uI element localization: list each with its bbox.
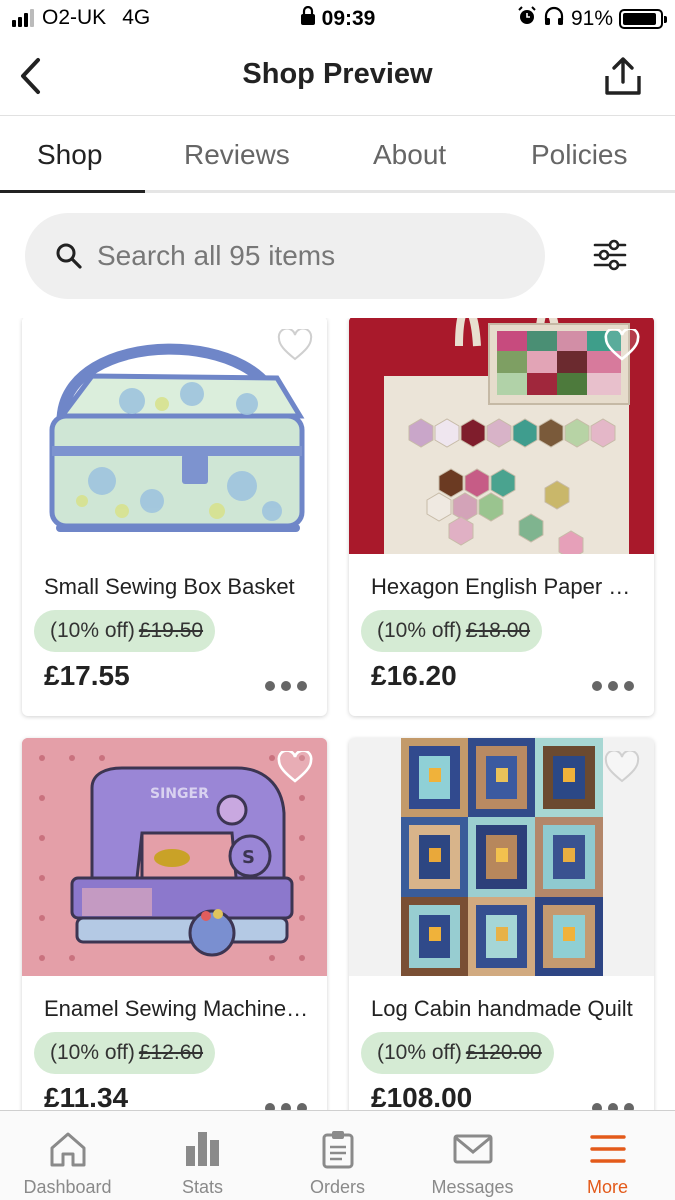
more-options-icon[interactable] — [265, 678, 307, 694]
share-icon — [605, 57, 641, 95]
listing-card-sewing-box[interactable]: Small Sewing Box Basket (10% off) £19.50… — [22, 318, 327, 716]
tab-reviews[interactable]: Reviews — [184, 139, 290, 171]
favorite-button[interactable] — [275, 748, 315, 786]
battery-percent: 91% — [570, 7, 613, 30]
listing-card-enamel-pin[interactable]: S SINGER Enamel Sewing Machine Pin (10% … — [22, 738, 327, 1110]
listing-image[interactable] — [349, 318, 654, 554]
more-options-icon[interactable] — [265, 1100, 307, 1110]
share-button[interactable] — [603, 54, 643, 98]
listing-price: £17.55 — [44, 660, 130, 691]
listing-card-log-cabin-quilt[interactable]: Log Cabin handmade Quilt (10% off) £120.… — [349, 738, 654, 1110]
discount-percent: (10% off) — [50, 1041, 135, 1064]
clipboard-icon — [316, 1127, 360, 1171]
nav-label: Messages — [431, 1177, 514, 1197]
listing-title[interactable]: Log Cabin handmade Quilt — [371, 996, 641, 1022]
discount-badge: (10% off) £19.50 — [34, 610, 216, 652]
heart-icon — [277, 751, 313, 783]
status-right: 91% — [517, 6, 667, 32]
listing-title[interactable]: Enamel Sewing Machine Pin — [44, 996, 314, 1022]
heart-icon — [604, 329, 640, 361]
listing-price: £108.00 — [371, 1082, 473, 1110]
discount-badge: (10% off) £120.00 — [361, 1032, 554, 1074]
heart-icon — [277, 329, 313, 361]
favorite-button[interactable] — [275, 326, 315, 364]
discount-percent: (10% off) — [50, 619, 135, 642]
envelope-icon — [451, 1127, 495, 1171]
nav-item-messages[interactable]: Messages — [405, 1111, 540, 1200]
search-input[interactable] — [97, 240, 517, 272]
svg-text:S: S — [242, 847, 255, 868]
original-price: £19.50 — [138, 619, 204, 642]
discount-badge: (10% off) £12.60 — [34, 1032, 216, 1074]
nav-item-more[interactable]: More — [540, 1111, 675, 1200]
listing-image[interactable]: S SINGER — [22, 738, 327, 976]
shop-tabs: Shop Reviews About Policies — [0, 117, 675, 193]
home-icon — [46, 1127, 90, 1171]
search-icon — [55, 242, 83, 270]
sliders-icon — [593, 239, 627, 271]
nav-item-orders[interactable]: Orders — [270, 1111, 405, 1200]
more-options-icon[interactable] — [592, 678, 634, 694]
listing-image[interactable] — [349, 738, 654, 976]
page-title: Shop Preview — [242, 58, 433, 90]
active-tab-indicator — [0, 190, 145, 193]
more-options-icon[interactable] — [592, 1100, 634, 1110]
favorite-button[interactable] — [602, 326, 642, 364]
original-price: £12.60 — [138, 1041, 204, 1064]
battery-fill — [623, 13, 656, 25]
app-header: Shop Preview — [0, 38, 675, 116]
headphones-icon — [543, 6, 565, 32]
alarm-icon — [517, 6, 537, 32]
listing-image[interactable] — [22, 318, 327, 554]
discount-percent: (10% off) — [377, 1041, 462, 1064]
status-bar: O2-UK 4G 09:39 91% — [0, 0, 675, 38]
heart-icon — [604, 751, 640, 783]
original-price: £18.00 — [465, 619, 531, 642]
svg-text:SINGER: SINGER — [150, 786, 209, 802]
listing-card-hexagon-bag[interactable]: Hexagon English Paper Piecing Bag (10% o… — [349, 318, 654, 716]
listing-title[interactable]: Small Sewing Box Basket — [44, 574, 314, 600]
discount-percent: (10% off) — [377, 619, 462, 642]
battery-icon — [619, 9, 667, 29]
tab-about[interactable]: About — [373, 139, 446, 171]
tab-policies[interactable]: Policies — [531, 139, 627, 171]
listing-title[interactable]: Hexagon English Paper Piecing Bag — [371, 574, 641, 600]
filter-button[interactable] — [588, 233, 632, 277]
nav-label: More — [586, 1177, 628, 1197]
search-box[interactable] — [25, 213, 545, 299]
favorite-button[interactable] — [602, 748, 642, 786]
listing-grid: Small Sewing Box Basket (10% off) £19.50… — [0, 318, 675, 1110]
bar-chart-icon — [181, 1127, 225, 1171]
menu-icon — [586, 1127, 630, 1171]
nav-item-dashboard[interactable]: Dashboard — [0, 1111, 135, 1200]
nav-label: Orders — [309, 1177, 365, 1197]
nav-label: Dashboard — [23, 1177, 112, 1197]
nav-item-stats[interactable]: Stats — [135, 1111, 270, 1200]
status-time: 09:39 — [321, 7, 376, 30]
listing-price: £11.34 — [44, 1082, 129, 1110]
tab-shop[interactable]: Shop — [37, 139, 102, 171]
original-price: £120.00 — [465, 1041, 542, 1064]
nav-label: Stats — [181, 1177, 224, 1197]
bottom-nav: Dashboard Stats Orders Messages More — [0, 1110, 675, 1200]
search-row — [0, 213, 675, 299]
listing-price: £16.20 — [371, 660, 457, 691]
discount-badge: (10% off) £18.00 — [361, 610, 543, 652]
lock-icon — [300, 5, 316, 32]
